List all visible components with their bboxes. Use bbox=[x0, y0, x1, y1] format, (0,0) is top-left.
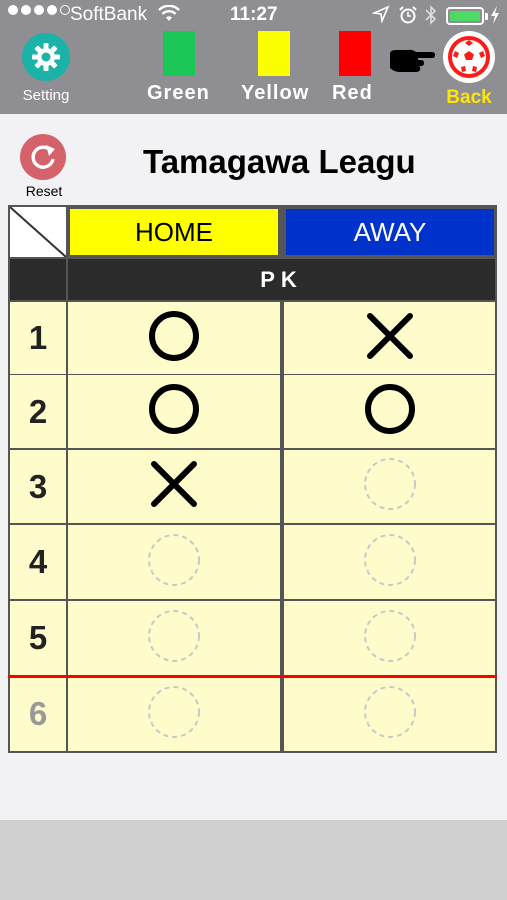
empty-slot-icon bbox=[146, 532, 202, 593]
goal-circle-icon bbox=[146, 308, 202, 369]
away-kick-cell[interactable] bbox=[284, 601, 495, 675]
gear-icon bbox=[22, 33, 70, 81]
green-card-button[interactable] bbox=[163, 31, 195, 76]
home-kick-cell[interactable] bbox=[68, 601, 280, 675]
setting-button[interactable]: Setting bbox=[16, 33, 76, 107]
status-bar: SoftBank 11:27 bbox=[0, 0, 507, 32]
empty-slot-icon bbox=[362, 456, 418, 517]
top-toolbar: SoftBank 11:27 Setting Green Yellow Red … bbox=[0, 0, 507, 114]
yellow-card-label: Yellow bbox=[241, 82, 310, 104]
reset-button[interactable]: Reset bbox=[20, 134, 68, 199]
home-kick-cell[interactable] bbox=[68, 677, 280, 751]
away-kick-cell[interactable] bbox=[284, 450, 495, 523]
miss-cross-icon bbox=[146, 456, 202, 517]
row-number: 2 bbox=[10, 375, 66, 448]
empty-slot-icon bbox=[146, 608, 202, 669]
pk-table: HOME AWAY PK 123456 bbox=[8, 205, 497, 753]
location-arrow-icon bbox=[372, 5, 390, 23]
table-corner-cell bbox=[10, 207, 66, 257]
row-number: 3 bbox=[10, 450, 66, 523]
reset-label: Reset bbox=[25, 183, 63, 199]
home-kick-cell[interactable] bbox=[68, 375, 280, 448]
goal-circle-icon bbox=[146, 381, 202, 442]
battery-icon bbox=[446, 7, 488, 25]
pointing-hand-icon bbox=[388, 46, 436, 81]
away-kick-cell[interactable] bbox=[284, 302, 495, 374]
carrier-name: SoftBank bbox=[70, 4, 148, 25]
home-kick-cell[interactable] bbox=[68, 302, 280, 374]
away-team-header: AWAY bbox=[286, 209, 494, 255]
row-number: 4 bbox=[10, 525, 66, 599]
row-number: 1 bbox=[10, 302, 66, 374]
empty-slot-icon bbox=[362, 532, 418, 593]
setting-label: Setting bbox=[22, 87, 70, 104]
home-team-header: HOME bbox=[70, 209, 278, 255]
back-button[interactable]: Back bbox=[440, 31, 498, 111]
back-label: Back bbox=[446, 87, 492, 108]
red-card-label: Red bbox=[332, 82, 373, 104]
yellow-card-button[interactable] bbox=[258, 31, 290, 76]
empty-slot-icon bbox=[362, 684, 418, 745]
reset-arrow-icon bbox=[20, 134, 66, 180]
row-number: 6 bbox=[10, 677, 66, 751]
green-card-label: Green bbox=[147, 82, 210, 104]
miss-cross-icon bbox=[362, 308, 418, 369]
red-card-button[interactable] bbox=[339, 31, 371, 76]
signal-strength-icon bbox=[8, 5, 70, 15]
home-kick-cell[interactable] bbox=[68, 525, 280, 599]
away-kick-cell[interactable] bbox=[284, 677, 495, 751]
wifi-icon bbox=[158, 5, 180, 23]
away-kick-cell[interactable] bbox=[284, 525, 495, 599]
charging-bolt-icon bbox=[489, 5, 501, 25]
bluetooth-icon bbox=[424, 5, 438, 25]
empty-slot-icon bbox=[362, 608, 418, 669]
bottom-bar bbox=[0, 820, 507, 900]
clock-time: 11:27 bbox=[230, 4, 278, 25]
page-title: Tamagawa Leagu bbox=[143, 143, 416, 180]
home-kick-cell[interactable] bbox=[68, 450, 280, 523]
alarm-clock-icon bbox=[398, 5, 418, 25]
pk-band-corner bbox=[10, 259, 66, 300]
sudden-death-divider bbox=[8, 675, 497, 678]
empty-slot-icon bbox=[146, 684, 202, 745]
soccer-ball-icon bbox=[443, 31, 495, 83]
row-number: 5 bbox=[10, 601, 66, 675]
away-kick-cell[interactable] bbox=[284, 375, 495, 448]
goal-circle-icon bbox=[362, 381, 418, 442]
pk-section-label: PK bbox=[68, 259, 495, 300]
